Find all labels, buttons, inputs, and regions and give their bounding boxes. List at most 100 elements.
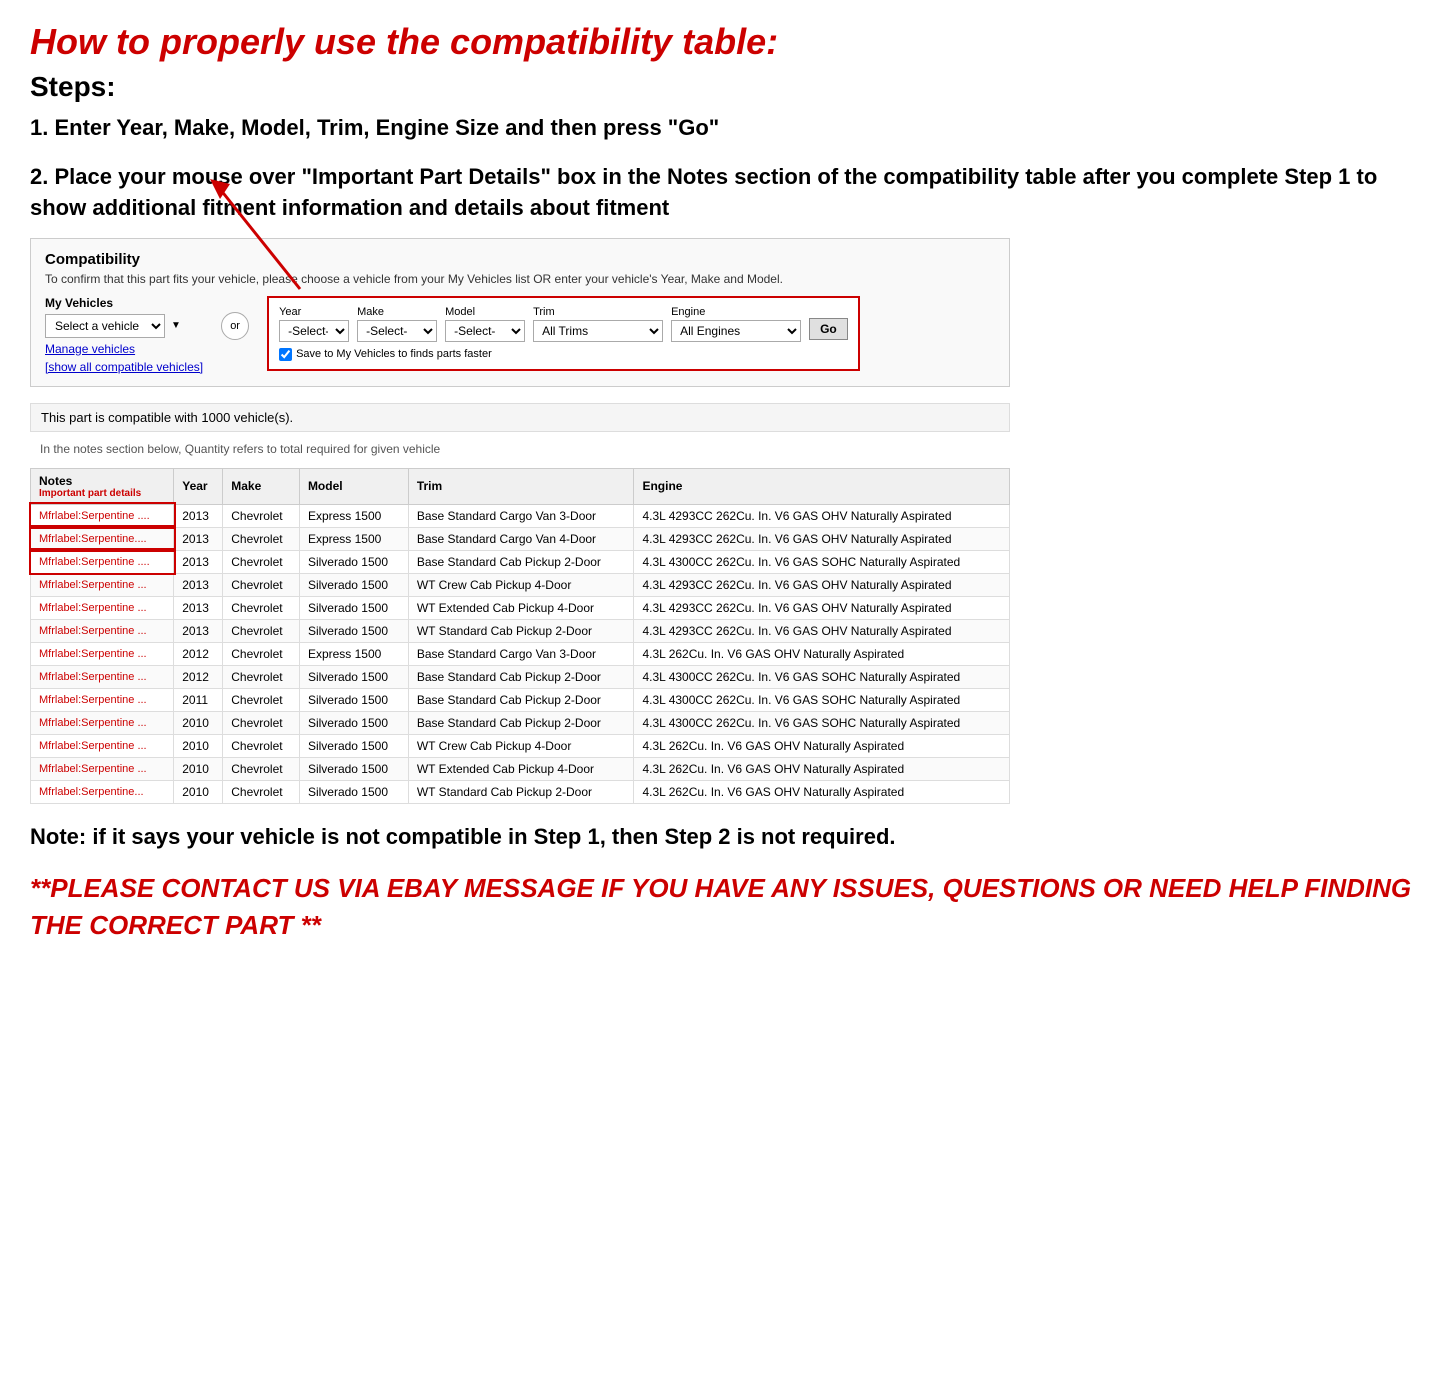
cell-year: 2013 <box>174 596 223 619</box>
cell-year: 2013 <box>174 550 223 573</box>
cell-engine: 4.3L 262Cu. In. V6 GAS OHV Naturally Asp… <box>634 642 1010 665</box>
cell-notes: Mfrlabel:Serpentine... <box>31 780 174 803</box>
cell-notes: Mfrlabel:Serpentine .... <box>31 504 174 527</box>
cell-trim: Base Standard Cargo Van 3-Door <box>408 504 634 527</box>
table-row: Mfrlabel:Serpentine ...2013ChevroletSilv… <box>31 573 1010 596</box>
year-select[interactable]: -Select- <box>279 320 349 342</box>
trim-label: Trim <box>533 306 663 318</box>
cell-year: 2013 <box>174 504 223 527</box>
cell-make: Chevrolet <box>223 527 300 550</box>
cell-year: 2013 <box>174 573 223 596</box>
cell-trim: WT Crew Cab Pickup 4-Door <box>408 573 634 596</box>
col-trim: Trim <box>408 468 634 504</box>
contact-text: **PLEASE CONTACT US VIA EBAY MESSAGE IF … <box>30 870 1415 943</box>
table-row: Mfrlabel:Serpentine ...2013ChevroletSilv… <box>31 619 1010 642</box>
cell-model: Silverado 1500 <box>299 665 408 688</box>
cell-model: Silverado 1500 <box>299 573 408 596</box>
cell-model: Silverado 1500 <box>299 711 408 734</box>
make-select[interactable]: -Select- <box>357 320 437 342</box>
make-field: Make -Select- <box>357 306 437 342</box>
cell-trim: WT Extended Cab Pickup 4-Door <box>408 757 634 780</box>
cell-trim: WT Standard Cab Pickup 2-Door <box>408 780 634 803</box>
cell-trim: WT Crew Cab Pickup 4-Door <box>408 734 634 757</box>
steps-title: Steps: <box>30 71 1415 103</box>
model-select[interactable]: -Select- <box>445 320 525 342</box>
cell-trim: WT Standard Cab Pickup 2-Door <box>408 619 634 642</box>
cell-notes: Mfrlabel:Serpentine ... <box>31 734 174 757</box>
table-row: Mfrlabel:Serpentine ...2010ChevroletSilv… <box>31 711 1010 734</box>
save-checkbox[interactable] <box>279 348 292 361</box>
table-row: Mfrlabel:Serpentine ...2011ChevroletSilv… <box>31 688 1010 711</box>
cell-year: 2011 <box>174 688 223 711</box>
cell-year: 2010 <box>174 780 223 803</box>
cell-model: Silverado 1500 <box>299 734 408 757</box>
cell-year: 2013 <box>174 527 223 550</box>
cell-notes: Mfrlabel:Serpentine ... <box>31 596 174 619</box>
compatibility-table: Notes Important part details Year Make M… <box>30 468 1010 804</box>
cell-model: Silverado 1500 <box>299 619 408 642</box>
cell-model: Silverado 1500 <box>299 757 408 780</box>
cell-year: 2010 <box>174 734 223 757</box>
compat-count-text: This part is compatible with 1000 vehicl… <box>41 410 293 425</box>
cell-trim: Base Standard Cab Pickup 2-Door <box>408 711 634 734</box>
cell-model: Express 1500 <box>299 642 408 665</box>
model-label: Model <box>445 306 525 318</box>
cell-trim: WT Extended Cab Pickup 4-Door <box>408 596 634 619</box>
or-separator: or <box>221 312 249 340</box>
cell-make: Chevrolet <box>223 734 300 757</box>
cell-make: Chevrolet <box>223 596 300 619</box>
year-label: Year <box>279 306 349 318</box>
table-row: Mfrlabel:Serpentine ...2012ChevroletSilv… <box>31 665 1010 688</box>
manage-vehicles-link[interactable]: Manage vehicles <box>45 342 203 356</box>
year-field: Year -Select- <box>279 306 349 342</box>
col-notes: Notes Important part details <box>31 468 174 504</box>
compat-subtext: To confirm that this part fits your vehi… <box>45 272 995 286</box>
engine-select[interactable]: All Engines <box>671 320 801 342</box>
cell-engine: 4.3L 4300CC 262Cu. In. V6 GAS SOHC Natur… <box>634 711 1010 734</box>
cell-trim: Base Standard Cargo Van 3-Door <box>408 642 634 665</box>
table-row: Mfrlabel:Serpentine ...2013ChevroletSilv… <box>31 596 1010 619</box>
my-vehicles-label: My Vehicles <box>45 296 203 310</box>
cell-make: Chevrolet <box>223 642 300 665</box>
engine-label: Engine <box>671 306 801 318</box>
col-year: Year <box>174 468 223 504</box>
cell-make: Chevrolet <box>223 504 300 527</box>
main-title: How to properly use the compatibility ta… <box>30 20 1415 63</box>
cell-trim: Base Standard Cab Pickup 2-Door <box>408 665 634 688</box>
dropdown-icon: ▼ <box>171 320 181 331</box>
compat-header: Compatibility <box>45 251 995 268</box>
year-make-section: Year -Select- Make -Select- Model -Selec… <box>267 296 860 371</box>
save-checkbox-label: Save to My Vehicles to finds parts faste… <box>296 348 492 360</box>
col-make: Make <box>223 468 300 504</box>
model-field: Model -Select- <box>445 306 525 342</box>
vehicle-select[interactable]: Select a vehicle <box>45 314 165 338</box>
cell-trim: Base Standard Cab Pickup 2-Door <box>408 688 634 711</box>
cell-make: Chevrolet <box>223 619 300 642</box>
cell-notes: Mfrlabel:Serpentine ... <box>31 665 174 688</box>
col-engine: Engine <box>634 468 1010 504</box>
quantity-note: In the notes section below, Quantity ref… <box>30 438 1010 460</box>
col-model: Model <box>299 468 408 504</box>
cell-notes: Mfrlabel:Serpentine .... <box>31 550 174 573</box>
go-button[interactable]: Go <box>809 318 848 340</box>
cell-engine: 4.3L 262Cu. In. V6 GAS OHV Naturally Asp… <box>634 734 1010 757</box>
cell-model: Silverado 1500 <box>299 596 408 619</box>
cell-engine: 4.3L 262Cu. In. V6 GAS OHV Naturally Asp… <box>634 780 1010 803</box>
cell-year: 2012 <box>174 642 223 665</box>
cell-make: Chevrolet <box>223 665 300 688</box>
cell-year: 2010 <box>174 757 223 780</box>
table-row: Mfrlabel:Serpentine ...2010ChevroletSilv… <box>31 757 1010 780</box>
show-all-compatible-link[interactable]: [show all compatible vehicles] <box>45 360 203 374</box>
cell-make: Chevrolet <box>223 573 300 596</box>
cell-make: Chevrolet <box>223 711 300 734</box>
cell-engine: 4.3L 4293CC 262Cu. In. V6 GAS OHV Natura… <box>634 619 1010 642</box>
cell-notes: Mfrlabel:Serpentine ... <box>31 642 174 665</box>
cell-notes: Mfrlabel:Serpentine.... <box>31 527 174 550</box>
table-row: Mfrlabel:Serpentine ...2010ChevroletSilv… <box>31 734 1010 757</box>
cell-year: 2012 <box>174 665 223 688</box>
cell-engine: 4.3L 4293CC 262Cu. In. V6 GAS OHV Natura… <box>634 596 1010 619</box>
cell-engine: 4.3L 4293CC 262Cu. In. V6 GAS OHV Natura… <box>634 573 1010 596</box>
cell-model: Express 1500 <box>299 527 408 550</box>
trim-select[interactable]: All Trims <box>533 320 663 342</box>
cell-notes: Mfrlabel:Serpentine ... <box>31 688 174 711</box>
